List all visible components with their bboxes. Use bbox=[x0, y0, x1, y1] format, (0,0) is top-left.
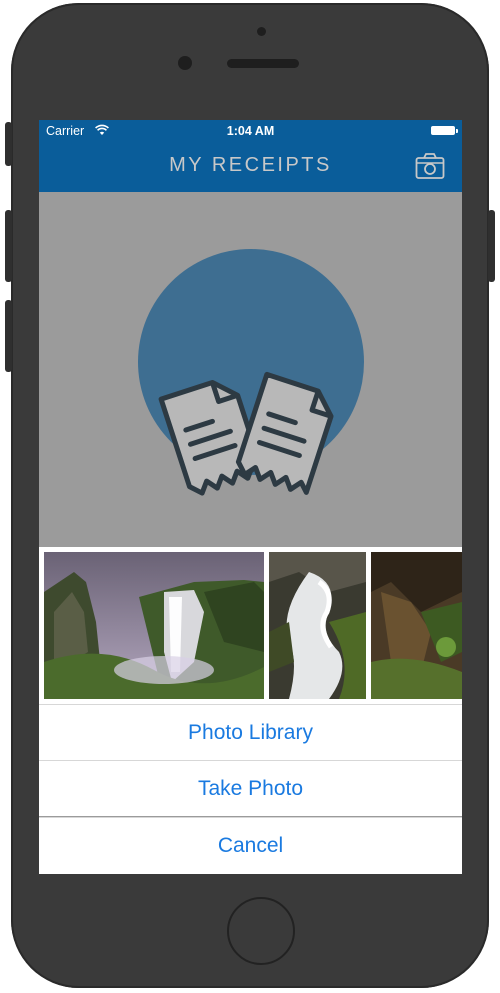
earpiece-speaker bbox=[227, 59, 299, 68]
cancel-button[interactable]: Cancel bbox=[39, 817, 462, 874]
take-photo-button[interactable]: Take Photo bbox=[39, 760, 462, 816]
volume-down-button bbox=[5, 300, 12, 372]
screen: Carrier 1:04 AM MY RECEIPTS Photo Librar… bbox=[39, 120, 462, 874]
status-bar: Carrier 1:04 AM bbox=[39, 120, 462, 140]
volume-up-button bbox=[5, 210, 12, 282]
front-camera bbox=[178, 56, 192, 70]
navigation-bar: MY RECEIPTS bbox=[39, 140, 462, 192]
waterfall-photo[interactable] bbox=[44, 552, 264, 699]
camera-icon[interactable] bbox=[415, 152, 445, 180]
home-button[interactable] bbox=[227, 897, 295, 965]
power-button bbox=[488, 210, 495, 282]
cliff-photo[interactable] bbox=[371, 552, 462, 699]
sensor-dot bbox=[257, 27, 266, 36]
mute-switch bbox=[5, 122, 12, 166]
status-time: 1:04 AM bbox=[226, 124, 275, 138]
receipts-icon bbox=[158, 371, 334, 496]
photo-strip bbox=[39, 547, 462, 704]
battery-icon bbox=[431, 126, 458, 135]
stream-photo[interactable] bbox=[269, 552, 366, 699]
photo-library-button[interactable]: Photo Library bbox=[39, 704, 462, 760]
page-title: MY RECEIPTS bbox=[169, 154, 332, 176]
